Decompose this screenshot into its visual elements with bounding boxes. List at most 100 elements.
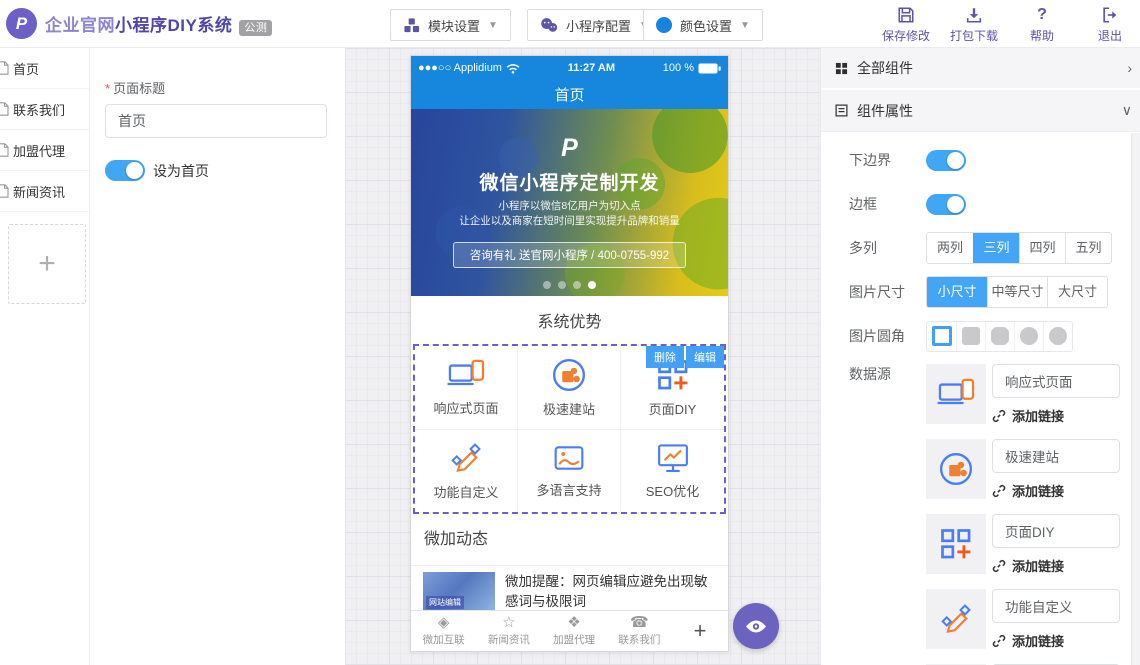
header-actions: 保存修改 打包下载 ? 帮助 退出 — [880, 5, 1136, 44]
sidebar-item-home[interactable]: 首页 — [0, 48, 89, 89]
news-title: 微加提醒：网页编辑应避免出现敏感词与极限词 — [505, 572, 716, 611]
add-link-button[interactable]: 添加链接 — [992, 556, 1120, 575]
columns-option-2[interactable]: 两列 — [927, 233, 973, 263]
datasource-item: 添加链接 — [926, 364, 1120, 425]
preview-button[interactable] — [733, 603, 779, 649]
component-props-header[interactable]: 组件属性 ∨ — [821, 90, 1140, 132]
banner-subtitle: 小程序以微信8亿用户为切入点 让企业以及商家在短时间里实现提升品牌和销量 — [459, 199, 680, 229]
phone-nav-bar: 首页 — [411, 80, 728, 109]
phone-status-bar: ●●●○○ Applidium 11:27 AM 100 % — [411, 56, 728, 80]
brand: P 企业官网小程序DIY系统公测 — [6, 8, 272, 39]
app-root: P 企业官网小程序DIY系统公测 模块设置 ▼ 小程序配置 ▼ 颜色设置 ▼ 保… — [0, 0, 1140, 665]
page-title-input[interactable] — [105, 104, 327, 138]
size-option-large[interactable]: 大尺寸 — [1047, 277, 1107, 307]
datasource-title-input[interactable] — [992, 514, 1120, 548]
datasource-title-input[interactable] — [992, 589, 1120, 623]
size-option-small-selected[interactable]: 小尺寸 — [927, 277, 987, 307]
columns-option-4[interactable]: 四列 — [1019, 233, 1065, 263]
pencil-icon — [448, 440, 484, 476]
image-radius-row: 图片圆角 — [849, 320, 1140, 352]
grid-item-label: SEO优化 — [646, 481, 699, 500]
radius-option-2[interactable] — [985, 322, 1014, 351]
datasource-title-input[interactable] — [992, 439, 1120, 473]
radius-option-3[interactable] — [1014, 322, 1043, 351]
add-link-button[interactable]: 添加链接 — [992, 406, 1120, 425]
columns-option-5[interactable]: 五列 — [1065, 233, 1111, 263]
size-option-medium[interactable]: 中等尺寸 — [987, 277, 1047, 307]
pencil-icon — [938, 601, 974, 637]
caret-down-icon: ▼ — [740, 20, 750, 31]
tab-weijia[interactable]: ◈ 微加互联 — [411, 615, 476, 647]
carousel-dot-active[interactable] — [588, 281, 596, 289]
grid-item-fastbuild[interactable]: 极速建站 — [518, 346, 621, 430]
bottom-border-toggle[interactable] — [926, 150, 966, 171]
grid-item-label: 功能自定义 — [433, 482, 498, 501]
datasource-thumb[interactable] — [926, 364, 986, 424]
sidebar-item-news[interactable]: 新闻资讯 — [0, 171, 89, 212]
tab-news[interactable]: ☆ 新闻资讯 — [476, 615, 541, 647]
color-swatch-icon — [656, 17, 672, 33]
grid-item-multilang[interactable]: 多语言支持 — [518, 430, 621, 513]
carousel-dot[interactable] — [573, 281, 581, 289]
selected-component[interactable]: 删除 编辑 响应式页面 极速建站 页面DIY — [413, 344, 726, 514]
carrier-text: ●●●○○ Applidium — [418, 62, 502, 74]
add-link-button[interactable]: 添加链接 — [992, 481, 1120, 500]
panel-scrollbar[interactable] — [1131, 133, 1140, 665]
grid-item-responsive[interactable]: 响应式页面 — [415, 346, 518, 430]
star-icon: ☆ — [502, 615, 515, 631]
datasource-title-input[interactable] — [992, 364, 1120, 398]
radius-option-circle[interactable] — [1043, 322, 1072, 351]
module-settings-button[interactable]: 模块设置 ▼ — [390, 9, 511, 41]
responsive-icon — [447, 358, 485, 392]
carousel-dot[interactable] — [558, 281, 566, 289]
news-thumb-caption: 网站编辑 — [426, 596, 464, 609]
monitor-icon — [655, 441, 691, 475]
design-canvas: ●●●○○ Applidium 11:27 AM 100 % 首页 P 微信小程… — [345, 48, 820, 665]
help-button[interactable]: ? 帮助 — [1016, 5, 1068, 44]
grid-item-custom[interactable]: 功能自定义 — [415, 430, 518, 513]
radius-option-none-selected[interactable] — [927, 322, 956, 351]
datasource-thumb[interactable] — [926, 439, 986, 499]
radius-option-1[interactable] — [956, 322, 985, 351]
border-toggle[interactable] — [926, 194, 966, 215]
header: P 企业官网小程序DIY系统公测 模块设置 ▼ 小程序配置 ▼ 颜色设置 ▼ 保… — [0, 0, 1140, 48]
app-title-dark: 小程序DIY系统 — [115, 16, 232, 35]
link-icon — [992, 409, 1006, 423]
banner-cta-button[interactable]: 咨询有礼 送官网小程序 / 400-0755-992 — [453, 242, 686, 268]
news-thumbnail: 网站编辑 — [423, 572, 495, 611]
sidebar-item-agency[interactable]: 加盟代理 — [0, 130, 89, 171]
download-button[interactable]: 打包下载 — [948, 5, 1000, 44]
bottom-border-label: 下边界 — [849, 150, 926, 170]
add-page-button[interactable]: + — [8, 224, 86, 304]
miniprogram-config-button[interactable]: 小程序配置 ▼ — [527, 9, 662, 41]
save-button[interactable]: 保存修改 — [880, 5, 932, 44]
page-settings-panel: *页面标题 设为首页 — [90, 48, 345, 665]
datasource-thumb[interactable] — [926, 514, 986, 574]
tab-contact[interactable]: ☎ 联系我们 — [607, 615, 672, 647]
beta-badge: 公测 — [239, 20, 272, 36]
modules-icon — [403, 17, 420, 34]
set-home-toggle[interactable] — [105, 160, 145, 181]
delete-component-button[interactable]: 删除 — [646, 346, 684, 368]
tab-agency[interactable]: ❖ 加盟代理 — [542, 615, 607, 647]
datasource-thumb[interactable] — [926, 589, 986, 649]
add-link-button[interactable]: 添加链接 — [992, 631, 1120, 650]
border-row: 边框 — [849, 188, 1140, 220]
image-size-label: 图片尺寸 — [849, 282, 926, 302]
sidebar-item-contact[interactable]: 联系我们 — [0, 89, 89, 130]
banner-subtitle-line1: 小程序以微信8亿用户为切入点 — [459, 199, 680, 214]
grid-item-seo[interactable]: SEO优化 — [621, 430, 724, 513]
edit-component-button[interactable]: 编辑 — [686, 346, 724, 368]
carousel-dot[interactable] — [543, 281, 551, 289]
carousel-dots — [411, 281, 728, 289]
columns-option-3-selected[interactable]: 三列 — [973, 233, 1019, 263]
wifi-icon — [506, 63, 520, 74]
color-settings-button[interactable]: 颜色设置 ▼ — [643, 9, 763, 41]
all-components-header[interactable]: 全部组件 › — [821, 48, 1140, 90]
banner-slide[interactable]: P 微信小程序定制开发 小程序以微信8亿用户为切入点 让企业以及商家在短时间里实… — [411, 109, 728, 296]
page-item-label: 首页 — [13, 59, 39, 78]
link-icon — [992, 559, 1006, 573]
tab-add-button[interactable]: + — [672, 618, 728, 644]
news-item[interactable]: 网站编辑 微加提醒：网页编辑应避免出现敏感词与极限词 — [411, 566, 728, 611]
exit-button[interactable]: 退出 — [1084, 5, 1136, 44]
